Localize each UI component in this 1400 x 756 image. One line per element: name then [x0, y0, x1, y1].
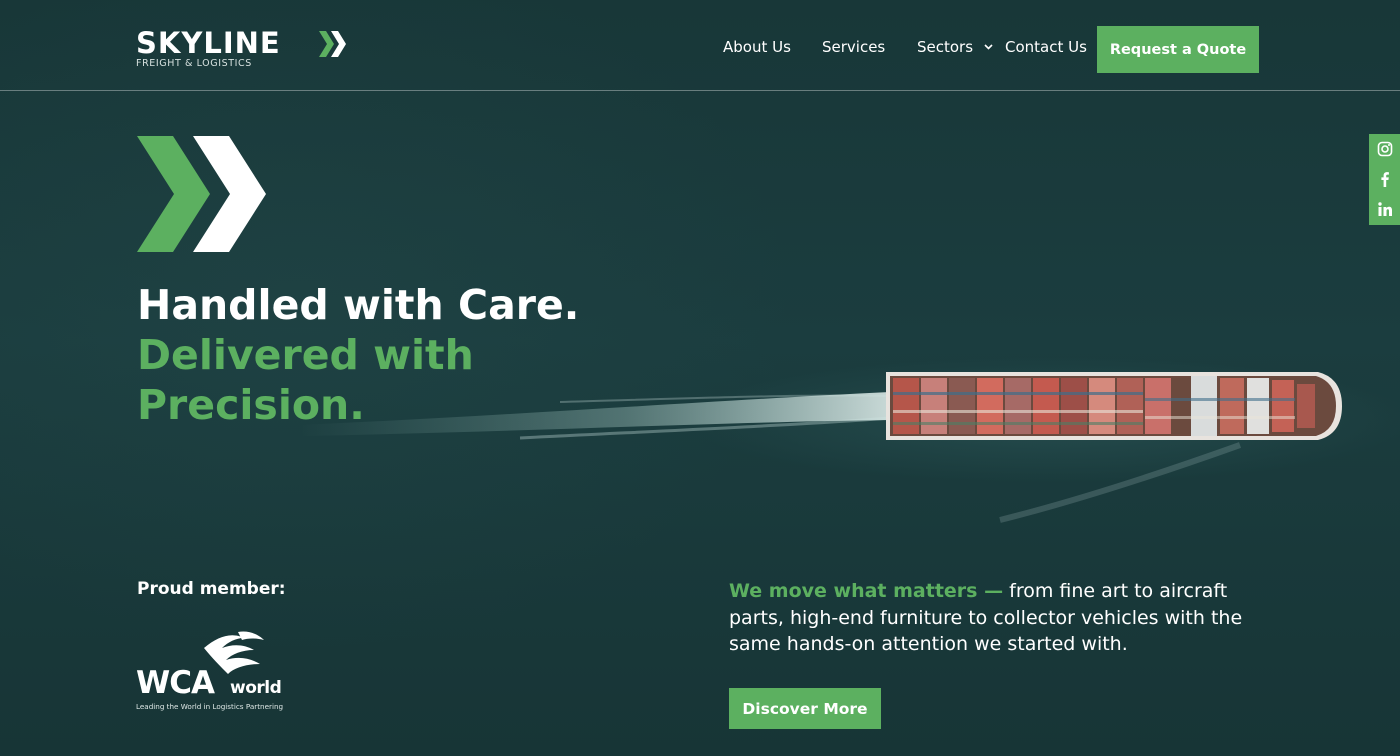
- social-sidebar: [1369, 134, 1400, 225]
- nav-item-about-us[interactable]: About Us: [723, 38, 791, 62]
- logo-chevrons-icon: [319, 31, 346, 57]
- site-header: SKYLINE FREIGHT & LOGISTICS About Us Ser…: [0, 0, 1400, 91]
- headline-line-2: Delivered with Precision.: [137, 331, 474, 429]
- wca-tagline: Leading the World in Logistics Partnerin…: [136, 702, 284, 711]
- social-link-instagram[interactable]: [1369, 134, 1400, 164]
- logo-wordmark: SKYLINE: [136, 26, 281, 60]
- linkedin-icon: [1377, 202, 1392, 216]
- chevron-down-icon: [984, 44, 993, 50]
- logo-tagline: FREIGHT & LOGISTICS: [136, 58, 252, 69]
- skyline-logo[interactable]: SKYLINE FREIGHT & LOGISTICS: [136, 28, 356, 72]
- nav-link-services[interactable]: Services: [822, 38, 885, 56]
- wca-wordmark: WCA: [136, 665, 215, 701]
- hero-blurb: We move what matters — from fine art to …: [729, 578, 1269, 658]
- request-quote-button[interactable]: Request a Quote: [1097, 26, 1259, 73]
- wca-world-logo: WCA world Leading the World in Logistics…: [136, 630, 296, 714]
- nav-link-about-us[interactable]: About Us: [723, 38, 791, 56]
- social-link-facebook[interactable]: [1369, 164, 1400, 194]
- nav-item-services[interactable]: Services: [822, 38, 885, 62]
- nav-item-sectors[interactable]: Sectors: [917, 38, 993, 62]
- nav-link-sectors[interactable]: Sectors: [917, 38, 973, 56]
- blurb-accent: We move what matters —: [729, 580, 1004, 602]
- discover-more-button[interactable]: Discover More: [729, 688, 881, 729]
- facebook-icon: [1380, 172, 1389, 187]
- hero-chevrons-icon: [137, 136, 266, 252]
- instagram-icon: [1377, 141, 1392, 157]
- social-link-linkedin[interactable]: [1369, 194, 1400, 224]
- headline-line-1: Handled with Care.: [137, 281, 580, 329]
- hero-headline: Handled with Care. Delivered with Precis…: [137, 280, 697, 430]
- nav-item-contact-us[interactable]: Contact Us: [1005, 38, 1087, 62]
- nav-link-contact-us[interactable]: Contact Us: [1005, 38, 1087, 56]
- proud-member-label: Proud member:: [137, 579, 286, 599]
- wca-wordmark-suffix: world: [230, 678, 282, 698]
